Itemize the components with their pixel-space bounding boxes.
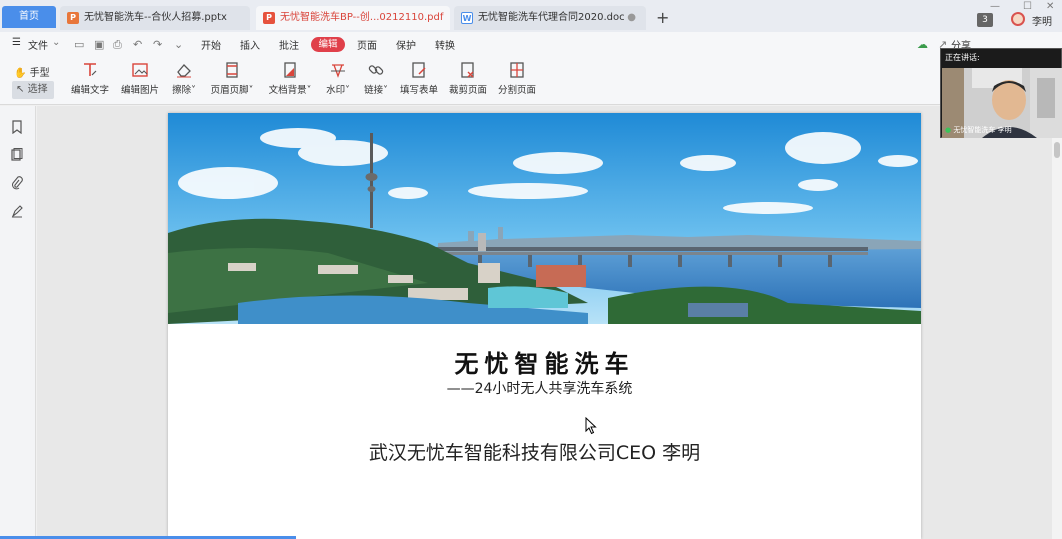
tab-doc-pptx[interactable]: P 无忧智能洗车--合伙人招募.pptx (60, 6, 250, 30)
menu-edit[interactable]: 编辑 (311, 37, 345, 52)
chevron-down-icon: ˅ (383, 85, 388, 96)
tab-doc-pdf[interactable]: P 无忧智能洗车BP--创...0212110.pdf (256, 6, 450, 30)
crop-icon (461, 62, 474, 78)
microphone-icon: ● (945, 126, 952, 134)
ribbon-toolbar: ✋ 手型 ↖ 选择 编辑文字 编辑图片 擦除˅ 页眉页脚˅ 文档背景˅ 水印˅ … (0, 57, 1062, 105)
speaker-name: 无忧智能洗车 李明 (953, 126, 1012, 134)
thumbnail-icon[interactable] (11, 148, 25, 162)
pdf-page: 无忧智能洗车 ——24小时无人共享洗车系统 武汉无忧车智能科技有限公司CEO 李… (168, 113, 921, 539)
tab-label: 无忧智能洗车BP--创...0212110.pdf (280, 12, 444, 23)
pptx-file-icon: P (67, 12, 79, 24)
tool-label: 链接 (364, 85, 384, 96)
save-icon[interactable]: ▣ (94, 38, 104, 51)
tool-label: 页眉页脚 (210, 85, 249, 96)
print-icon[interactable]: ⎙ (113, 38, 122, 52)
tool-label: 裁剪页面 (448, 85, 487, 96)
erase-tool[interactable]: 擦除˅ (168, 61, 200, 96)
tool-label: 擦除 (172, 85, 192, 96)
tab-label: 无忧智能洗车--合伙人招募.pptx (84, 12, 227, 23)
signature-icon[interactable] (11, 204, 25, 218)
menu-bar: ☰ 文件 ⌄ ▭ ▣ ⎙ ↶ ↷ ⌄ 开始 插入 批注 编辑 页面 保护 转换 … (0, 32, 1062, 57)
document-subtitle: ——24小时无人共享洗车系统 (446, 381, 633, 397)
cloud-sync-icon[interactable]: ☁ (917, 38, 928, 51)
document-title: 无忧智能洗车 (454, 350, 635, 378)
side-panel (0, 106, 36, 539)
bookmark-icon[interactable] (11, 120, 25, 135)
customize-icon[interactable]: ⌄ (174, 38, 183, 51)
chevron-down-icon: ˅ (191, 85, 196, 96)
tab-doc-doc[interactable]: W 无忧智能洗车代理合同2020.doc ● (454, 6, 646, 30)
close-tab-icon[interactable]: ● (627, 6, 636, 30)
menu-file[interactable]: 文件 (28, 37, 48, 52)
edit-text-icon (84, 63, 97, 76)
tab-label: 无忧智能洗车代理合同2020.doc (478, 12, 625, 23)
menu-insert[interactable]: 插入 (240, 37, 260, 52)
edit-text-tool[interactable]: 编辑文字 (70, 61, 110, 96)
tool-label: 编辑图片 (120, 85, 159, 96)
chevron-down-icon: ˅ (248, 85, 254, 96)
doc-background-tool[interactable]: 文档背景˅ (266, 61, 314, 96)
watermark-tool[interactable]: 水印˅ (323, 61, 353, 96)
split-page-tool[interactable]: 分割页面 (497, 61, 537, 96)
attachment-icon[interactable] (11, 176, 25, 190)
image-icon (132, 63, 148, 77)
select-tool-label: 选择 (27, 84, 48, 95)
hand-tool[interactable]: ✋ 手型 (14, 64, 50, 79)
tab-bar: 首页 P 无忧智能洗车--合伙人招募.pptx P 无忧智能洗车BP--创...… (0, 0, 1062, 32)
tool-label: 编辑文字 (70, 85, 109, 96)
doc-file-icon: W (461, 12, 473, 24)
menu-page[interactable]: 页面 (357, 37, 377, 52)
crop-page-tool[interactable]: 裁剪页面 (448, 61, 488, 96)
hand-tool-label: 手型 (29, 68, 50, 79)
menu-protect[interactable]: 保护 (396, 37, 416, 52)
minimize-icon[interactable]: — (990, 1, 1000, 12)
redo-icon[interactable]: ↷ (153, 38, 162, 51)
speaker-label: ● 无忧智能洗车 李明 (945, 125, 1012, 135)
maximize-icon[interactable]: ☐ (1023, 1, 1032, 12)
cursor-icon: ↖ (16, 84, 25, 95)
vertical-scrollbar[interactable] (1052, 106, 1062, 539)
chevron-down-icon: ˅ (345, 85, 350, 96)
tool-label: 分割页面 (497, 85, 536, 96)
new-tab-icon[interactable]: + (656, 8, 669, 27)
chevron-down-icon: ˅ (306, 85, 312, 96)
pdf-file-icon: P (263, 12, 275, 24)
header-footer-icon (226, 62, 238, 78)
tool-label: 文档背景 (268, 85, 307, 96)
menu-convert[interactable]: 转换 (435, 37, 455, 52)
hamburger-icon[interactable]: ☰ (12, 37, 21, 48)
city-panorama-image (168, 113, 921, 324)
menu-comment[interactable]: 批注 (279, 37, 299, 52)
close-window-icon[interactable]: ✕ (1046, 1, 1054, 12)
tool-label: 填写表单 (399, 85, 438, 96)
undo-icon[interactable]: ↶ (133, 38, 142, 51)
edit-image-tool[interactable]: 编辑图片 (120, 61, 160, 96)
menu-start[interactable]: 开始 (201, 37, 221, 52)
link-tool[interactable]: 链接˅ (361, 61, 391, 96)
avatar[interactable] (1011, 12, 1025, 26)
company-ceo-line: 武汉无忧车智能科技有限公司CEO 李明 (368, 442, 701, 464)
form-icon (412, 62, 426, 78)
tool-label: 水印 (326, 85, 346, 96)
mouse-cursor-icon (585, 417, 597, 435)
fill-form-tool[interactable]: 填写表单 (399, 61, 439, 96)
user-name[interactable]: 李明 (1032, 13, 1052, 28)
link-icon (368, 65, 384, 75)
video-call-window[interactable]: 正在讲话: ● 无忧智能洗车 李明 (940, 48, 1062, 138)
header-footer-tool[interactable]: 页眉页脚˅ (208, 61, 256, 96)
window-count-badge[interactable]: 3 (977, 13, 993, 27)
open-folder-icon[interactable]: ▭ (74, 38, 84, 51)
hand-icon: ✋ (14, 68, 27, 79)
eraser-icon (177, 64, 191, 78)
watermark-icon (331, 64, 345, 78)
scrollbar-thumb[interactable] (1054, 142, 1060, 158)
chevron-down-icon[interactable]: ⌄ (52, 37, 60, 48)
split-icon (510, 62, 524, 78)
tab-home[interactable]: 首页 (2, 6, 56, 28)
select-tool[interactable]: ↖ 选择 (12, 81, 54, 99)
background-icon (284, 62, 296, 78)
speaking-caption: 正在讲话: (945, 53, 980, 62)
